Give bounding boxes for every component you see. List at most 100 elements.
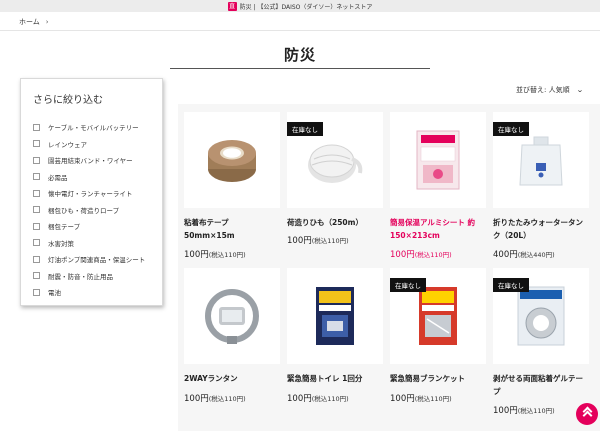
sort-dropdown[interactable]: 並び替え: 人気順 ⌄ bbox=[516, 85, 584, 95]
breadcrumb: ホーム › bbox=[19, 17, 49, 27]
price-tax: (税込110円) bbox=[311, 237, 349, 245]
site-favicon-icon: 直 bbox=[227, 1, 237, 11]
filter-label: 梱包テープ bbox=[48, 223, 81, 232]
price-value: 100円 bbox=[184, 394, 209, 404]
tape-roll-image bbox=[208, 140, 256, 182]
price-tax: (税込440円) bbox=[517, 251, 555, 259]
price-value: 400円 bbox=[493, 250, 518, 260]
filter-item-packing-tape[interactable]: 梱包テープ bbox=[33, 218, 162, 235]
filter-label: 園芸用結束バンド・ワイヤー bbox=[48, 157, 133, 166]
filter-checkbox[interactable] bbox=[33, 288, 40, 296]
out-of-stock-badge: 在庫なし bbox=[390, 278, 426, 292]
product-card[interactable]: 在庫なし 剥がせる両面粘着ゲルテープ 100円(税込110円) bbox=[493, 268, 589, 431]
chevron-down-icon: ⌄ bbox=[575, 86, 584, 94]
filter-label: 梱包ひも・荷造りロープ bbox=[48, 206, 120, 215]
price-value: 100円 bbox=[287, 236, 312, 246]
filter-label: 必需品 bbox=[48, 173, 68, 182]
product-price: 100円(税込110円) bbox=[390, 248, 452, 260]
filter-label: 灯油ポンプ関連商品・保温シート bbox=[48, 256, 146, 265]
out-of-stock-badge: 在庫なし bbox=[287, 122, 323, 136]
product-image[interactable] bbox=[184, 268, 280, 364]
filter-label: レインウェア bbox=[48, 140, 87, 149]
filter-checkbox[interactable] bbox=[33, 206, 40, 214]
browser-tab-bar: 直 防災 | 【公式】DAISO（ダイソー）ネットストア bbox=[0, 0, 600, 12]
price-tax: (税込110円) bbox=[414, 395, 452, 403]
out-of-stock-badge: 在庫なし bbox=[493, 278, 529, 292]
price-value: 100円 bbox=[390, 394, 415, 404]
filter-item-flashlight[interactable]: 懐中電灯・ランチャーライト bbox=[33, 185, 162, 202]
lantern-image bbox=[205, 289, 259, 344]
filter-checkbox[interactable] bbox=[33, 239, 40, 247]
product-card[interactable]: 簡易保温アルミシート 約150×213cm 100円(税込110円) bbox=[390, 112, 486, 262]
filter-item-flood[interactable]: 水害対策 bbox=[33, 235, 162, 252]
product-name[interactable]: 緊急簡易ブランケット bbox=[390, 372, 486, 385]
product-image[interactable] bbox=[184, 112, 280, 208]
product-price: 100円(税込110円) bbox=[287, 234, 349, 246]
filter-checkbox[interactable] bbox=[33, 255, 40, 263]
filter-heading: さらに絞り込む bbox=[33, 95, 103, 106]
filter-label: 水害対策 bbox=[48, 239, 74, 248]
filter-checkbox[interactable] bbox=[33, 222, 40, 230]
product-name[interactable]: 2WAYランタン bbox=[184, 372, 280, 385]
product-price: 100円(税込110円) bbox=[390, 392, 452, 404]
filter-item-essentials[interactable]: 必需品 bbox=[33, 169, 162, 186]
product-card[interactable]: 在庫なし 荷造りひも（250m） 100円(税込110円) bbox=[287, 112, 383, 262]
product-image[interactable] bbox=[390, 112, 486, 208]
breadcrumb-home-link[interactable]: ホーム bbox=[19, 17, 40, 27]
product-price: 100円(税込110円) bbox=[184, 248, 246, 260]
price-tax: (税込110円) bbox=[208, 251, 246, 259]
header-divider bbox=[0, 30, 600, 31]
product-image[interactable] bbox=[287, 268, 383, 364]
page-title: 防災 bbox=[283, 46, 316, 64]
product-name[interactable]: 折りたたみウォータータンク（20L） bbox=[493, 216, 589, 242]
product-name[interactable]: 緊急簡易トイレ 1回分 bbox=[287, 372, 383, 385]
filter-checkbox[interactable] bbox=[33, 123, 40, 131]
price-value: 100円 bbox=[493, 406, 518, 416]
product-price: 100円(税込110円) bbox=[287, 392, 349, 404]
title-underline bbox=[170, 68, 430, 69]
filter-label: ケーブル・モバイルバッテリー bbox=[48, 124, 139, 133]
filter-label: 耐震・防音・防止用品 bbox=[48, 272, 113, 281]
filter-item-kerosene-pump[interactable]: 灯油ポンプ関連商品・保温シート bbox=[33, 251, 162, 268]
product-card[interactable]: 粘着布テープ 50mm×15m 100円(税込110円) bbox=[184, 112, 280, 262]
sort-label: 並び替え: 人気順 bbox=[516, 86, 570, 94]
filter-checkbox[interactable] bbox=[33, 272, 40, 280]
product-name[interactable]: 荷造りひも（250m） bbox=[287, 216, 383, 229]
filter-checkbox[interactable] bbox=[33, 140, 40, 148]
price-tax: (税込110円) bbox=[414, 251, 452, 259]
product-price: 400円(税込440円) bbox=[493, 248, 555, 260]
product-card[interactable]: 在庫なし 緊急簡易ブランケット 100円(税込110円) bbox=[390, 268, 486, 431]
filter-checkbox[interactable] bbox=[33, 189, 40, 197]
filter-panel: さらに絞り込む ケーブル・モバイルバッテリー レインウェア 園芸用結束バンド・ワ… bbox=[20, 78, 163, 306]
product-name[interactable]: 粘着布テープ 50mm×15m bbox=[184, 216, 280, 242]
price-tax: (税込110円) bbox=[311, 395, 349, 403]
filter-item-earthquake[interactable]: 耐震・防音・防止用品 bbox=[33, 268, 162, 285]
out-of-stock-badge: 在庫なし bbox=[493, 122, 529, 136]
filter-item-battery[interactable]: 電池 bbox=[33, 284, 162, 301]
product-name[interactable]: 簡易保温アルミシート 約150×213cm bbox=[390, 216, 486, 242]
thermal-sheet-image bbox=[416, 130, 460, 190]
product-price: 100円(税込110円) bbox=[493, 404, 555, 416]
product-card[interactable]: 2WAYランタン 100円(税込110円) bbox=[184, 268, 280, 431]
breadcrumb-separator-icon: › bbox=[45, 18, 49, 26]
filter-item-rope[interactable]: 梱包ひも・荷造りロープ bbox=[33, 202, 162, 219]
filter-item-garden-band[interactable]: 園芸用結束バンド・ワイヤー bbox=[33, 152, 162, 169]
price-value: 100円 bbox=[184, 250, 209, 260]
product-card[interactable]: 在庫なし 折りたたみウォータータンク（20L） 400円(税込440円) bbox=[493, 112, 589, 262]
price-tax: (税込110円) bbox=[517, 407, 555, 415]
filter-item-cable[interactable]: ケーブル・モバイルバッテリー bbox=[33, 119, 162, 136]
filter-label: 懐中電灯・ランチャーライト bbox=[48, 190, 133, 199]
product-price: 100円(税込110円) bbox=[184, 392, 246, 404]
price-tax: (税込110円) bbox=[208, 395, 246, 403]
product-card[interactable]: 緊急簡易トイレ 1回分 100円(税込110円) bbox=[287, 268, 383, 431]
tab-title: 防災 | 【公式】DAISO（ダイソー）ネットストア bbox=[239, 3, 373, 11]
filter-checkbox[interactable] bbox=[33, 173, 40, 181]
filter-item-rainwear[interactable]: レインウェア bbox=[33, 136, 162, 153]
toilet-kit-image bbox=[316, 287, 354, 345]
filter-label: 電池 bbox=[48, 289, 61, 298]
product-name[interactable]: 剥がせる両面粘着ゲルテープ bbox=[493, 372, 589, 398]
price-value: 100円 bbox=[287, 394, 312, 404]
scroll-to-top-button[interactable] bbox=[576, 403, 598, 425]
price-value: 100円 bbox=[390, 250, 415, 260]
filter-checkbox[interactable] bbox=[33, 156, 40, 164]
